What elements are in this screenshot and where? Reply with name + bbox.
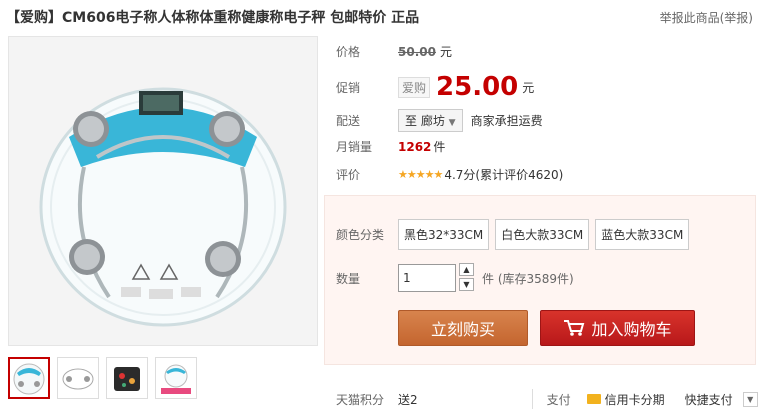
promo-label: 促销 (336, 80, 361, 95)
credit-installment[interactable]: 信用卡分期 (605, 391, 665, 408)
thumbnail-3[interactable] (106, 357, 148, 399)
delivery-location-select[interactable]: 至 廊坊 ▼ (398, 109, 463, 132)
promo-row: 促销 爱购 25.00 元 (336, 72, 534, 102)
thumbnail-strip (8, 357, 197, 399)
credit-card-icon (586, 394, 601, 404)
stock-text: 件 (库存3589件) (482, 271, 574, 286)
delivery-note: 商家承担运费 (470, 114, 543, 128)
thumbnail-2[interactable] (57, 357, 99, 399)
thumbnail-4[interactable] (155, 357, 197, 399)
delivery-row: 配送 至 廊坊 ▼ 商家承担运费 (336, 109, 543, 132)
chevron-down-icon: ▼ (448, 118, 456, 128)
rating-text[interactable]: 4.7分(累计评价4620) (444, 166, 563, 183)
quantity-row: 数量 1 ▲ ▼ 件 (库存3589件) (336, 263, 574, 293)
delivery-location: 至 廊坊 (405, 114, 445, 128)
color-option-white[interactable]: 白色大款33CM (495, 219, 590, 250)
thumbnail-1[interactable] (8, 357, 50, 399)
delivery-label: 配送 (336, 114, 361, 128)
pay-label: 支付 (546, 392, 571, 407)
rating-row: 评价 ★★★★★ 4.7分(累计评价4620) (336, 166, 563, 183)
quantity-label: 数量 (336, 271, 361, 286)
color-label: 颜色分类 (336, 228, 385, 242)
product-title: 【爱购】CM606电子称人体称体重称健康称电子秤 包邮特价 正品 (6, 10, 420, 26)
buy-now-button[interactable]: 立刻购买 (398, 310, 528, 346)
price-label: 价格 (336, 45, 361, 59)
sales-count: 1262 (398, 139, 432, 154)
points-value: 送2 (398, 392, 418, 407)
product-main-image (8, 36, 318, 346)
quick-pay[interactable]: 快捷支付 (685, 391, 733, 408)
report-link[interactable]: 举报此商品(举报) (660, 9, 753, 26)
quantity-stepper: ▲ ▼ (459, 263, 474, 293)
sales-unit: 件 (433, 140, 446, 154)
divider (531, 389, 533, 409)
rating-stars-icon: ★★★★★ (398, 168, 443, 181)
add-to-cart-button[interactable]: 加入购物车 (540, 310, 695, 346)
increase-icon[interactable]: ▲ (459, 263, 474, 276)
rating-label: 评价 (336, 168, 361, 182)
quantity-input[interactable]: 1 (398, 264, 456, 292)
promo-badge: 爱购 (398, 76, 431, 98)
points-label: 天猫积分 (336, 392, 385, 407)
price-row: 价格 50.00 元 (336, 43, 452, 60)
price-unit: 元 (439, 45, 452, 59)
color-option-black[interactable]: 黑色32*33CM (398, 219, 490, 250)
sales-row: 月销量 1262 件 (336, 138, 445, 155)
footer-row: 天猫积分 送2 支付 信用卡分期 快捷支付 ▼ (336, 389, 758, 409)
decrease-icon[interactable]: ▼ (459, 278, 474, 291)
sales-label: 月销量 (336, 140, 373, 154)
color-option-blue[interactable]: 蓝色大款33CM (595, 219, 690, 250)
color-row: 颜色分类 黑色32*33CM 白色大款33CM 蓝色大款33CM (336, 219, 695, 250)
cart-icon (564, 320, 585, 336)
promo-unit: 元 (522, 80, 535, 95)
promo-price: 25.00 (436, 72, 519, 102)
original-price: 50.00 (398, 44, 436, 59)
add-to-cart-label: 加入购物车 (591, 320, 672, 339)
chevron-down-icon[interactable]: ▼ (742, 391, 758, 407)
